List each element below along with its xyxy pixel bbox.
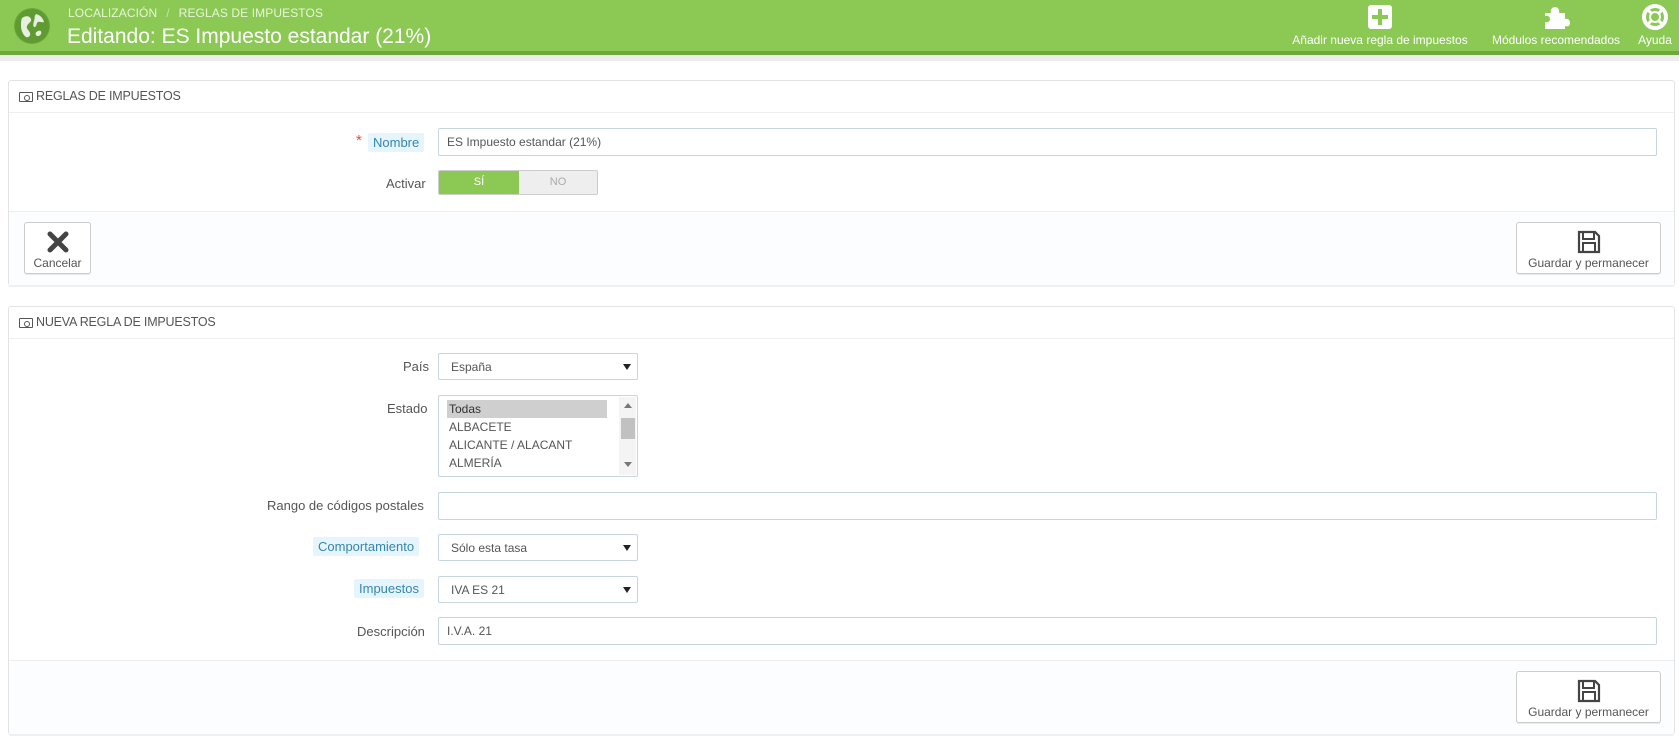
panel-heading: NUEVA REGLA DE IMPUESTOS — [9, 307, 1674, 339]
postal-range-label: Rango de códigos postales — [267, 498, 424, 513]
scroll-up-icon[interactable] — [624, 403, 632, 408]
cancel-button[interactable]: Cancelar — [24, 222, 91, 274]
add-tax-rule-label: Añadir nueva regla de impuestos — [1292, 33, 1468, 47]
save-stay-label: Guardar y permanecer — [1528, 256, 1649, 270]
caret-down-icon — [623, 545, 631, 551]
pais-label: País — [403, 359, 430, 374]
nombre-input[interactable]: ES Impuesto estandar (21%) — [438, 128, 1657, 156]
header-shadow-strip — [0, 55, 1679, 61]
money-icon — [19, 92, 33, 102]
pais-select[interactable]: España — [438, 353, 638, 380]
caret-down-icon — [623, 364, 631, 370]
breadcrumb-item-localizacion[interactable]: LOCALIZACIÓN — [68, 6, 157, 20]
breadcrumb: LOCALIZACIÓN / REGLAS DE IMPUESTOS — [68, 6, 323, 20]
money-icon — [19, 318, 33, 328]
descripcion-input[interactable]: I.V.A. 21 — [438, 617, 1657, 645]
activar-label: Activar — [386, 176, 426, 191]
help-label: Ayuda — [1638, 33, 1672, 47]
comportamiento-select[interactable]: Sólo esta tasa — [438, 534, 638, 561]
postal-range-input[interactable] — [438, 492, 1657, 520]
estado-option[interactable]: ALICANTE / ALACANT — [447, 436, 607, 454]
save-stay-button[interactable]: Guardar y permanecer — [1516, 671, 1661, 723]
panel-heading: REGLAS DE IMPUESTOS — [9, 81, 1674, 113]
nombre-label[interactable]: Nombre — [368, 133, 425, 152]
recommended-modules-label: Módulos recomendados — [1491, 33, 1621, 47]
pais-selected-value: España — [451, 360, 492, 374]
breadcrumb-separator: / — [166, 6, 170, 20]
page-title: Editando: ES Impuesto estandar (21%) — [67, 25, 432, 48]
scroll-down-icon[interactable] — [624, 462, 632, 467]
impuestos-label[interactable]: Impuestos — [354, 579, 424, 598]
estado-listbox[interactable]: Todas ALBACETE ALICANTE / ALACANT ALMERÍ… — [438, 395, 638, 477]
estado-option[interactable]: Todas — [447, 400, 607, 418]
comportamiento-selected-value: Sólo esta tasa — [451, 541, 528, 555]
panel-footer — [9, 660, 1674, 734]
help-button[interactable]: Ayuda — [1633, 4, 1677, 50]
listbox-scrollbar[interactable] — [619, 397, 636, 475]
puzzle-icon — [1542, 4, 1570, 30]
descripcion-label: Descripción — [357, 624, 425, 639]
add-tax-rule-button[interactable]: Añadir nueva regla de impuestos — [1285, 4, 1475, 50]
cancel-label: Cancelar — [33, 256, 82, 270]
floppy-disk-icon — [1576, 229, 1602, 255]
close-icon — [45, 229, 71, 255]
impuestos-select[interactable]: IVA ES 21 — [438, 576, 638, 603]
switch-no-option[interactable]: NO — [519, 171, 597, 194]
panel-footer — [9, 211, 1674, 285]
panel-title: NUEVA REGLA DE IMPUESTOS — [36, 315, 216, 329]
save-stay-label: Guardar y permanecer — [1528, 705, 1649, 719]
switch-yes-option[interactable]: SÍ — [439, 171, 519, 194]
scroll-thumb[interactable] — [621, 418, 635, 439]
comportamiento-label[interactable]: Comportamiento — [313, 537, 420, 556]
estado-option[interactable]: ALBACETE — [447, 418, 607, 436]
lifebuoy-icon — [1641, 4, 1669, 30]
floppy-disk-icon — [1576, 678, 1602, 704]
page-header: LOCALIZACIÓN / REGLAS DE IMPUESTOS Editand… — [0, 0, 1679, 55]
breadcrumb-item-reglas[interactable]: REGLAS DE IMPUESTOS — [179, 6, 323, 20]
plus-square-icon — [1366, 4, 1394, 30]
save-stay-button[interactable]: Guardar y permanecer — [1516, 222, 1661, 274]
estado-label: Estado — [387, 401, 428, 416]
recommended-modules-button[interactable]: Módulos recomendados — [1486, 4, 1626, 50]
globe-icon — [14, 8, 50, 44]
caret-down-icon — [623, 587, 631, 593]
estado-option[interactable]: ALMERÍA — [447, 454, 607, 472]
impuestos-selected-value: IVA ES 21 — [451, 583, 505, 597]
panel-title: REGLAS DE IMPUESTOS — [36, 89, 181, 103]
required-asterisk: * — [356, 132, 362, 149]
activar-switch[interactable]: SÍ NO — [438, 170, 598, 195]
